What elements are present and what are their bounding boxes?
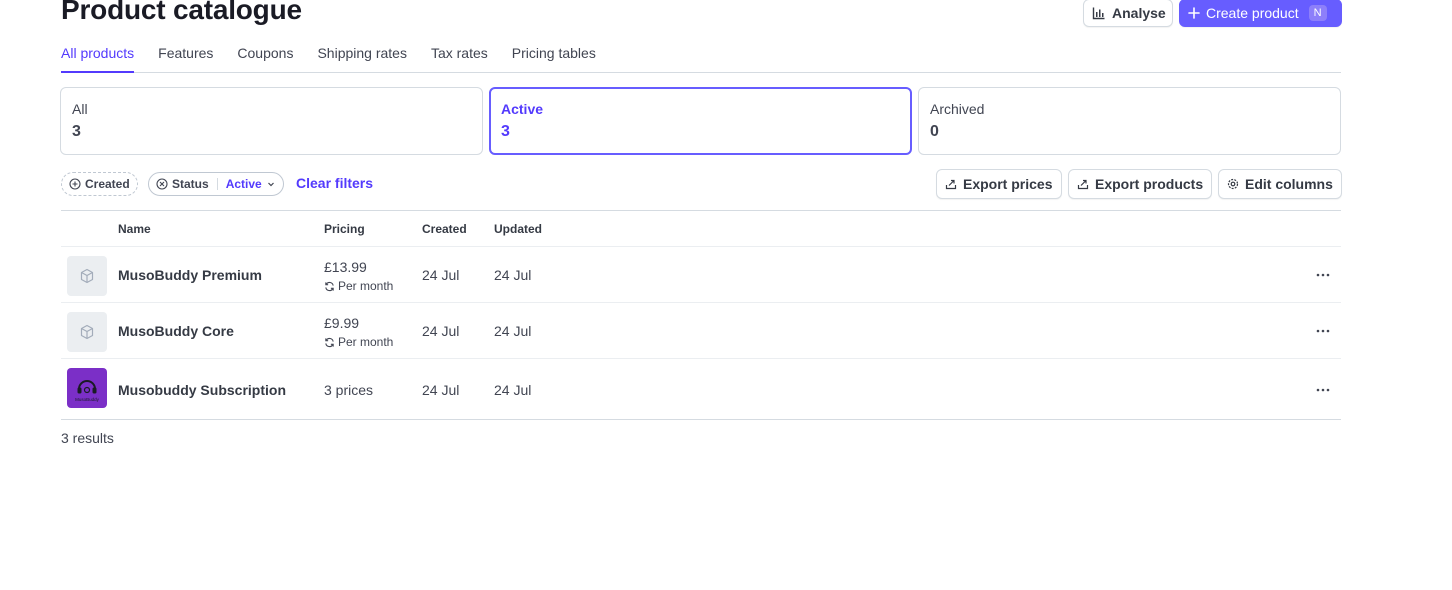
analyse-button[interactable]: Analyse — [1083, 0, 1173, 27]
status-filter-chip[interactable]: Status Active — [148, 172, 284, 196]
status-filter-value: Active — [225, 177, 262, 191]
product-name[interactable]: MusoBuddy Core — [118, 323, 234, 339]
more-actions-icon[interactable] — [1315, 267, 1331, 283]
created-date: 24 Jul — [422, 382, 460, 398]
tab-features[interactable]: Features — [158, 44, 213, 72]
stat-card-archived[interactable]: Archived 0 — [918, 87, 1341, 155]
create-product-button[interactable]: Create product N — [1179, 0, 1342, 27]
export-prices-button[interactable]: Export prices — [936, 169, 1062, 199]
tab-shipping-rates[interactable]: Shipping rates — [317, 44, 407, 72]
created-filter-label: Created — [85, 177, 130, 191]
stat-count: 3 — [72, 123, 81, 140]
headphones-logo-icon: MusoBuddy — [75, 380, 100, 402]
billing-interval-label: Per month — [338, 279, 394, 293]
export-products-label: Export products — [1095, 176, 1204, 192]
stat-count: 3 — [501, 123, 510, 140]
edit-columns-button[interactable]: Edit columns — [1218, 169, 1342, 199]
table-bottom-divider — [61, 419, 1341, 420]
gear-icon — [1227, 178, 1239, 190]
table-row[interactable]: MusoBuddy Premium £13.99 Per month 24 Ju… — [61, 246, 1341, 303]
box-icon — [80, 268, 94, 284]
created-date: 24 Jul — [422, 323, 460, 339]
column-header-updated[interactable]: Updated — [494, 222, 542, 236]
export-icon — [1077, 179, 1089, 190]
tab-all-products[interactable]: All products — [61, 44, 135, 73]
billing-interval-label: Per month — [338, 335, 394, 349]
stat-card-active[interactable]: Active 3 — [489, 87, 912, 155]
updated-date: 24 Jul — [494, 267, 532, 283]
table-top-divider — [61, 210, 1341, 211]
stat-card-all[interactable]: All 3 — [60, 87, 483, 155]
add-circle-icon — [69, 178, 81, 190]
stat-label: Active — [501, 101, 544, 117]
tab-coupons[interactable]: Coupons — [237, 44, 293, 72]
column-header-name[interactable]: Name — [118, 222, 151, 236]
svg-text:MusoBuddy: MusoBuddy — [75, 397, 100, 402]
shortcut-badge: N — [1308, 5, 1327, 21]
product-price-count: 3 prices — [324, 382, 374, 398]
more-actions-icon[interactable] — [1315, 323, 1331, 339]
stat-label: All — [72, 101, 88, 117]
status-filter-label: Status — [172, 177, 209, 191]
stat-count: 0 — [930, 123, 939, 140]
results-count: 3 results — [61, 430, 114, 446]
stat-label: Archived — [930, 101, 985, 117]
billing-interval: Per month — [324, 335, 393, 349]
tab-bar: All products Features Coupons Shipping r… — [61, 44, 1341, 73]
recurring-icon — [325, 337, 334, 347]
remove-circle-icon[interactable] — [156, 178, 168, 190]
column-header-pricing[interactable]: Pricing — [324, 222, 365, 236]
product-thumbnail — [67, 256, 107, 296]
product-name[interactable]: MusoBuddy Premium — [118, 267, 262, 283]
analyse-label: Analyse — [1112, 5, 1166, 21]
more-actions-icon[interactable] — [1315, 382, 1331, 398]
tab-pricing-tables[interactable]: Pricing tables — [512, 44, 596, 72]
filter-separator — [216, 178, 218, 190]
billing-interval: Per month — [324, 279, 393, 293]
musobuddy-logo: MusoBuddy — [67, 368, 107, 408]
export-prices-label: Export prices — [963, 176, 1053, 192]
edit-columns-label: Edit columns — [1245, 176, 1333, 192]
created-date: 24 Jul — [422, 267, 460, 283]
bar-chart-icon — [1092, 7, 1105, 20]
export-products-button[interactable]: Export products — [1068, 169, 1212, 199]
product-name[interactable]: Musobuddy Subscription — [118, 382, 286, 398]
product-price: £13.99 — [324, 259, 367, 275]
product-price: £9.99 — [324, 315, 360, 331]
export-icon — [945, 179, 957, 190]
chevron-down-icon — [267, 182, 274, 187]
created-filter-chip[interactable]: Created — [61, 172, 138, 196]
clear-filters-link[interactable]: Clear filters — [296, 175, 373, 191]
recurring-icon — [325, 281, 334, 291]
updated-date: 24 Jul — [494, 382, 532, 398]
table-row[interactable]: MusoBuddy Core £9.99 Per month 24 Jul 24… — [61, 302, 1341, 359]
page-title: Product catalogue — [61, 0, 302, 25]
plus-icon — [1188, 7, 1200, 19]
create-product-label: Create product — [1206, 5, 1299, 21]
column-header-created[interactable]: Created — [422, 222, 467, 236]
table-row[interactable]: MusoBuddy Musobuddy Subscription 3 price… — [61, 358, 1341, 420]
box-icon — [80, 324, 94, 340]
tab-tax-rates[interactable]: Tax rates — [431, 44, 488, 72]
product-thumbnail — [67, 312, 107, 352]
updated-date: 24 Jul — [494, 323, 532, 339]
